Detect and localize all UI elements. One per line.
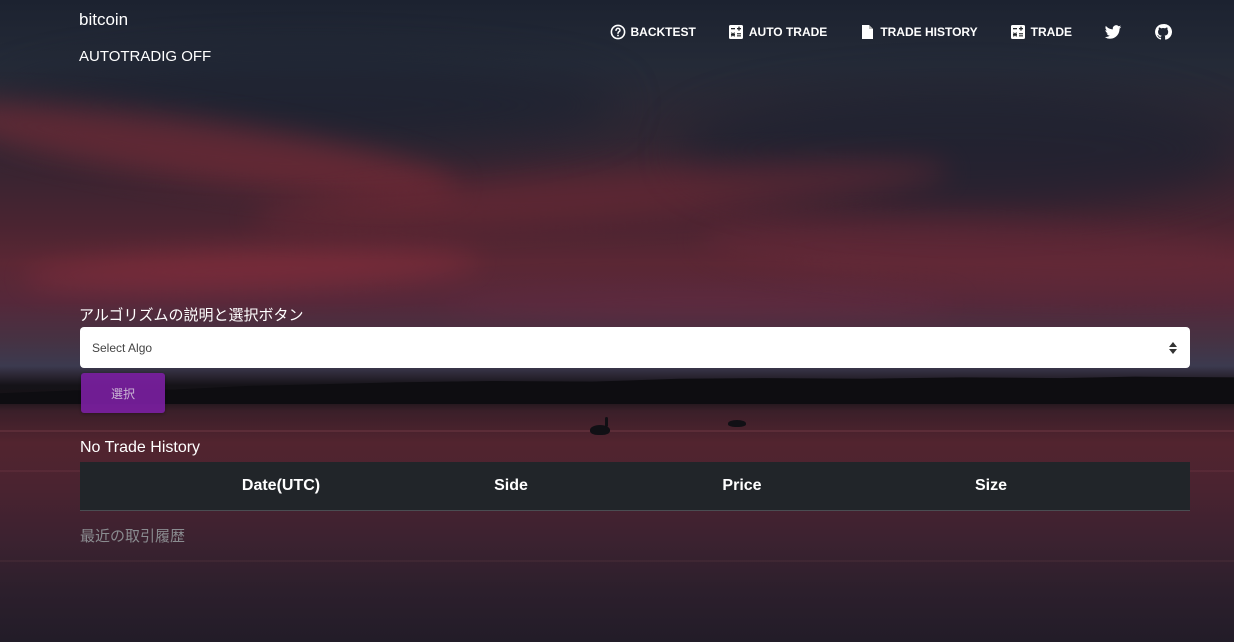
nav-trade-history[interactable]: TRADE HISTORY — [859, 22, 978, 42]
background-sky-streak — [19, 241, 481, 299]
github-icon — [1155, 24, 1172, 40]
page: bitcoin AUTOTRADIG OFF BACKTEST AUTO TRA — [0, 0, 1234, 642]
algo-select[interactable]: Select Algo — [80, 327, 1190, 368]
column-header-size: Size — [974, 477, 1008, 494]
nav-trade[interactable]: TRADE — [1010, 22, 1072, 42]
nav-github[interactable] — [1154, 22, 1172, 42]
calculator-icon — [1010, 25, 1025, 39]
trade-history-caption: 最近の取引履歴 — [80, 528, 186, 545]
background-swan — [590, 417, 610, 435]
background-sky-streak — [440, 290, 960, 320]
background-water-shine — [0, 430, 1234, 432]
twitter-icon — [1104, 25, 1122, 39]
document-icon — [862, 25, 874, 39]
nav-auto-trade-label: AUTO TRADE — [748, 25, 828, 39]
trade-history-table-header: Date(UTC) Side Price Size — [80, 462, 1190, 511]
calculator-icon — [728, 25, 743, 39]
help-circle-icon — [610, 24, 625, 40]
nav-trade-history-label: TRADE HISTORY — [880, 25, 978, 39]
nav-twitter[interactable] — [1104, 22, 1122, 42]
nav-backtest-label: BACKTEST — [630, 25, 696, 39]
top-nav: BACKTEST AUTO TRADE TRADE HISTORY TRADE — [578, 22, 1172, 42]
background-swan — [728, 420, 746, 427]
column-header-date: Date(UTC) — [241, 477, 321, 494]
trade-history-title: No Trade History — [80, 439, 201, 456]
brand-title[interactable]: bitcoin — [79, 10, 128, 30]
autotrade-status: AUTOTRADIG OFF — [79, 48, 212, 65]
algo-select-value: Select Algo — [92, 340, 153, 355]
column-header-price: Price — [722, 477, 762, 494]
background-water-shine — [0, 560, 1234, 562]
nav-backtest[interactable]: BACKTEST — [610, 22, 696, 42]
nav-auto-trade[interactable]: AUTO TRADE — [728, 22, 827, 42]
algo-section-label: アルゴリズムの説明と選択ボタン — [79, 307, 304, 324]
column-header-side: Side — [494, 477, 528, 494]
background-treeline — [0, 376, 1234, 404]
nav-trade-label: TRADE — [1030, 25, 1072, 39]
sort-arrows-icon — [1169, 341, 1177, 354]
select-algo-button[interactable]: 選択 — [81, 373, 165, 413]
